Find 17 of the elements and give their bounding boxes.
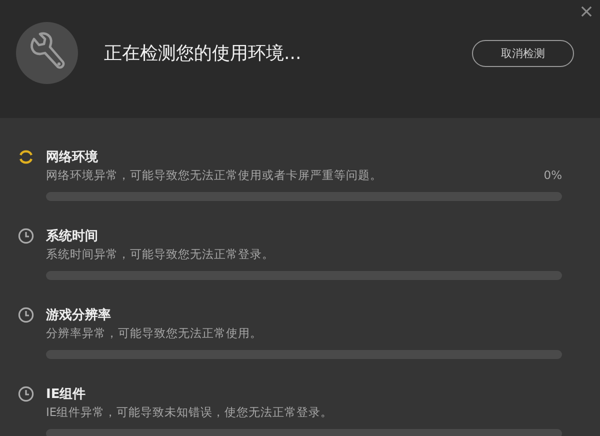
- header-title: 正在检测您的使用环境...: [104, 42, 302, 65]
- clock-icon: [18, 307, 34, 323]
- check-title: IE组件: [46, 386, 86, 403]
- check-title: 网络环境: [46, 148, 98, 166]
- check-title: 游戏分辨率: [46, 306, 111, 324]
- close-icon[interactable]: [581, 6, 592, 17]
- clock-icon: [18, 228, 34, 244]
- progress-percent: 0%: [544, 168, 562, 182]
- check-description: 网络环境异常，可能导致您无法正常使用或者卡屏严重等问题。: [46, 168, 382, 182]
- spinner-icon: [18, 149, 34, 165]
- check-description: 分辨率异常，可能导致您无法正常使用。: [46, 326, 262, 340]
- clock-icon: [18, 386, 34, 402]
- check-description: 系统时间异常，可能导致您无法正常登录。: [46, 246, 274, 262]
- check-description: IE组件异常，可能导致未知错误，使您无法正常登录。: [46, 404, 333, 420]
- cancel-button[interactable]: 取消检测: [472, 40, 574, 66]
- wrench-icon: [16, 22, 78, 84]
- check-title: 系统时间: [46, 228, 98, 245]
